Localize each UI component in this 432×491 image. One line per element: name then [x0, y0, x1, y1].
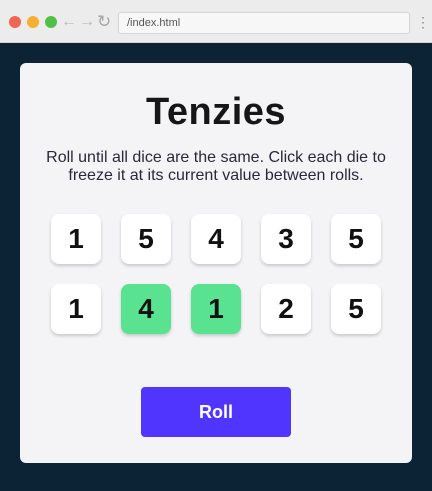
page-title: Tenzies: [145, 91, 287, 133]
die[interactable]: 3: [261, 214, 311, 264]
forward-arrow-icon[interactable]: →: [79, 12, 95, 32]
die[interactable]: 4: [121, 284, 171, 334]
close-window-icon[interactable]: [9, 16, 21, 28]
back-arrow-icon[interactable]: ←: [61, 12, 77, 32]
die[interactable]: 2: [261, 284, 311, 334]
game-card: Tenzies Roll until all dice are the same…: [20, 63, 412, 463]
die[interactable]: 4: [191, 214, 241, 264]
die[interactable]: 1: [51, 284, 101, 334]
die[interactable]: 5: [121, 214, 171, 264]
die[interactable]: 1: [191, 284, 241, 334]
die[interactable]: 5: [331, 284, 381, 334]
die[interactable]: 5: [331, 214, 381, 264]
address-bar[interactable]: /index.html: [118, 12, 410, 34]
minimize-window-icon[interactable]: [27, 16, 39, 28]
maximize-window-icon[interactable]: [45, 16, 57, 28]
roll-button[interactable]: Roll: [141, 387, 291, 437]
reload-icon[interactable]: ↻: [97, 12, 111, 32]
browser-toolbar: ← → ↻ /index.html ⋮: [0, 0, 432, 43]
instructions-text: Roll until all dice are the same. Click …: [46, 149, 386, 184]
kebab-menu-icon[interactable]: ⋮: [416, 12, 430, 32]
die[interactable]: 1: [51, 214, 101, 264]
